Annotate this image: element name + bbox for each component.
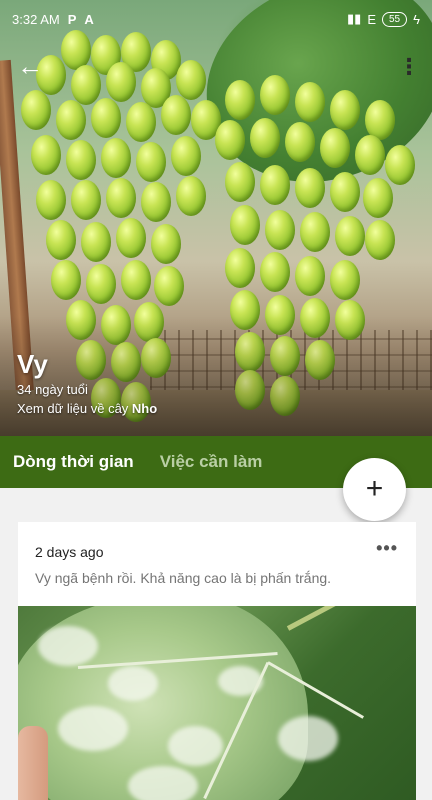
arrow-left-icon[interactable]: ← — [14, 50, 46, 82]
tab-timeline[interactable]: Dòng thời gian — [13, 452, 134, 472]
plant-name: Vy — [17, 349, 48, 379]
card-date: 2 days ago — [35, 544, 104, 560]
tab-todo[interactable]: Việc cần làm — [160, 452, 263, 472]
plant-cover-photo: 3:32 AM P A ▮▮ E 55 ϟ ← ⋮ Vy 34 ngày tuổ… — [0, 0, 432, 436]
plant-info-link-prefix: Xem dữ liệu về cây — [17, 401, 132, 416]
more-horiz-icon[interactable]: ••• — [376, 538, 398, 559]
card-photo[interactable] — [18, 606, 416, 800]
timeline-card[interactable]: 2 days ago ••• Vy ngã bệnh rồi. Khả năng… — [18, 522, 416, 800]
plant-info-link[interactable]: Xem dữ liệu về cây Nho — [17, 401, 157, 416]
charging-icon: ϟ — [413, 11, 420, 27]
app-notification-icon: A — [84, 11, 94, 27]
more-vert-icon[interactable]: ⋮ — [398, 52, 420, 82]
signal-icon: ▮▮ — [347, 11, 362, 26]
add-entry-button[interactable]: + — [343, 458, 406, 521]
photo-finger — [18, 726, 48, 800]
network-type: E — [367, 11, 376, 27]
card-text: Vy ngã bệnh rồi. Khả năng cao là bị phấn… — [35, 570, 332, 586]
plus-icon: + — [365, 472, 384, 505]
status-bar: 3:32 AM P A ▮▮ E 55 ϟ — [0, 0, 432, 38]
plant-species: Nho — [131, 401, 158, 416]
plant-age: 34 ngày tuổi — [17, 382, 88, 397]
parking-notification-icon: P — [67, 11, 77, 27]
status-time: 3:32 AM — [12, 11, 60, 27]
battery-icon: 55 — [381, 11, 408, 27]
